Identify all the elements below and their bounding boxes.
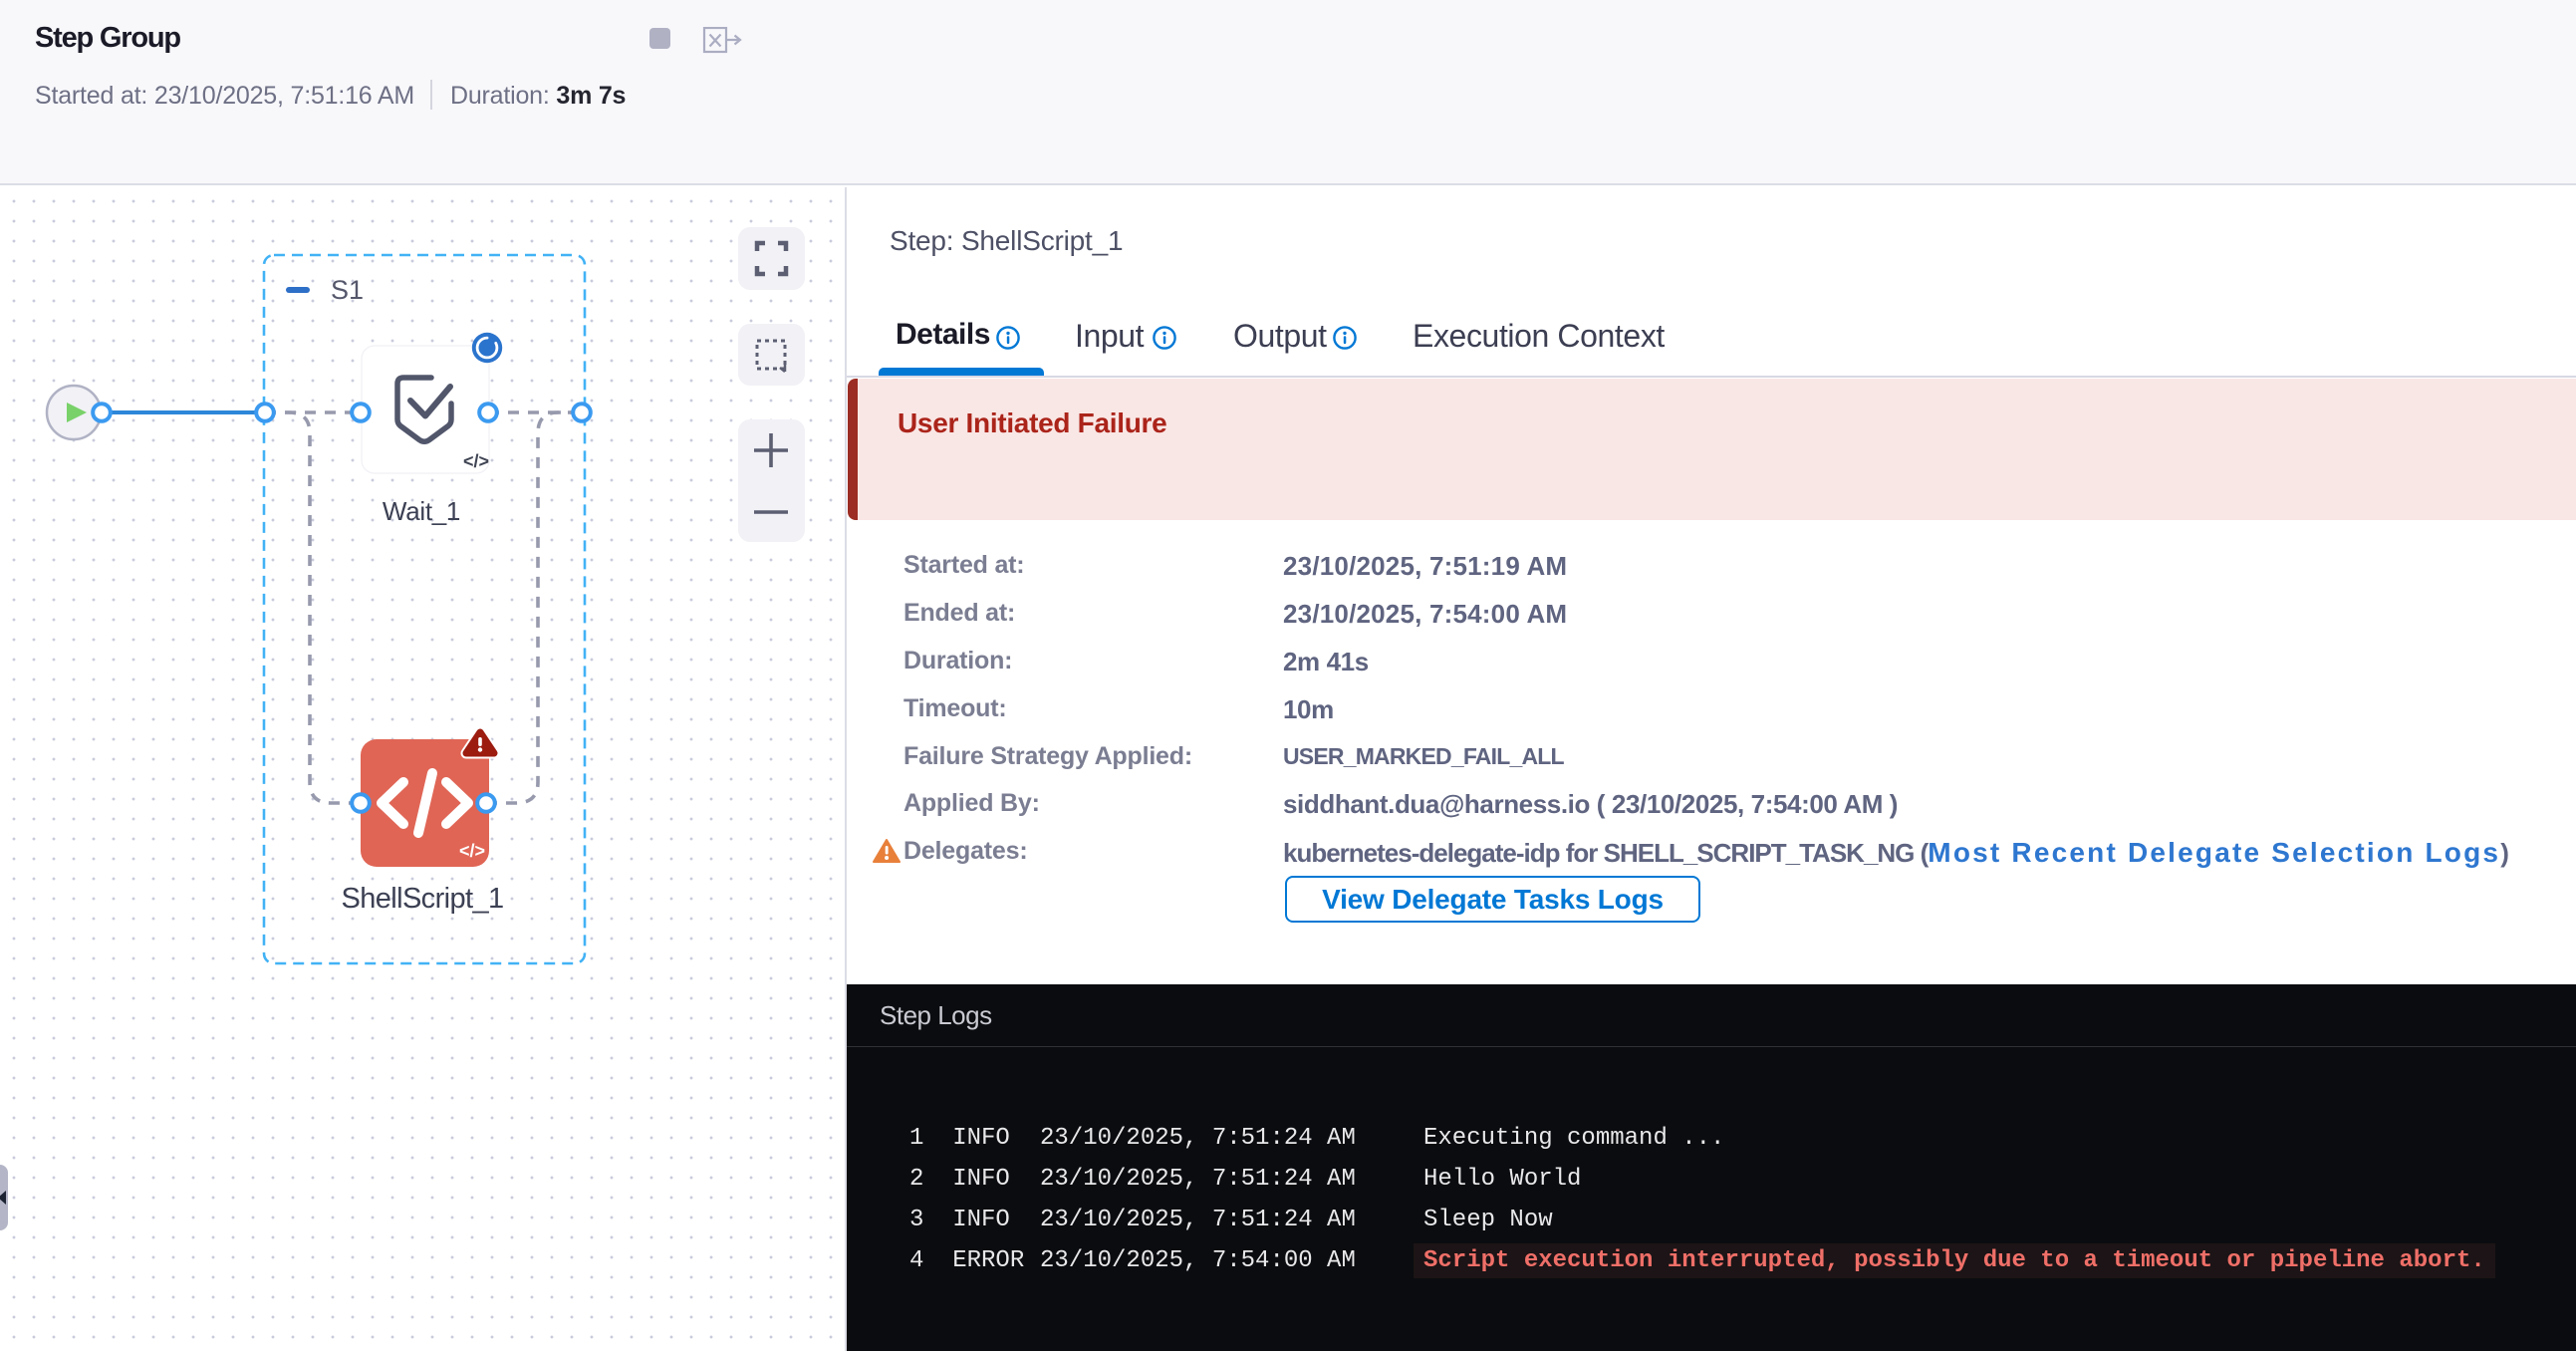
svg-text:</>: </> — [459, 841, 485, 861]
svg-text:</>: </> — [463, 451, 489, 471]
